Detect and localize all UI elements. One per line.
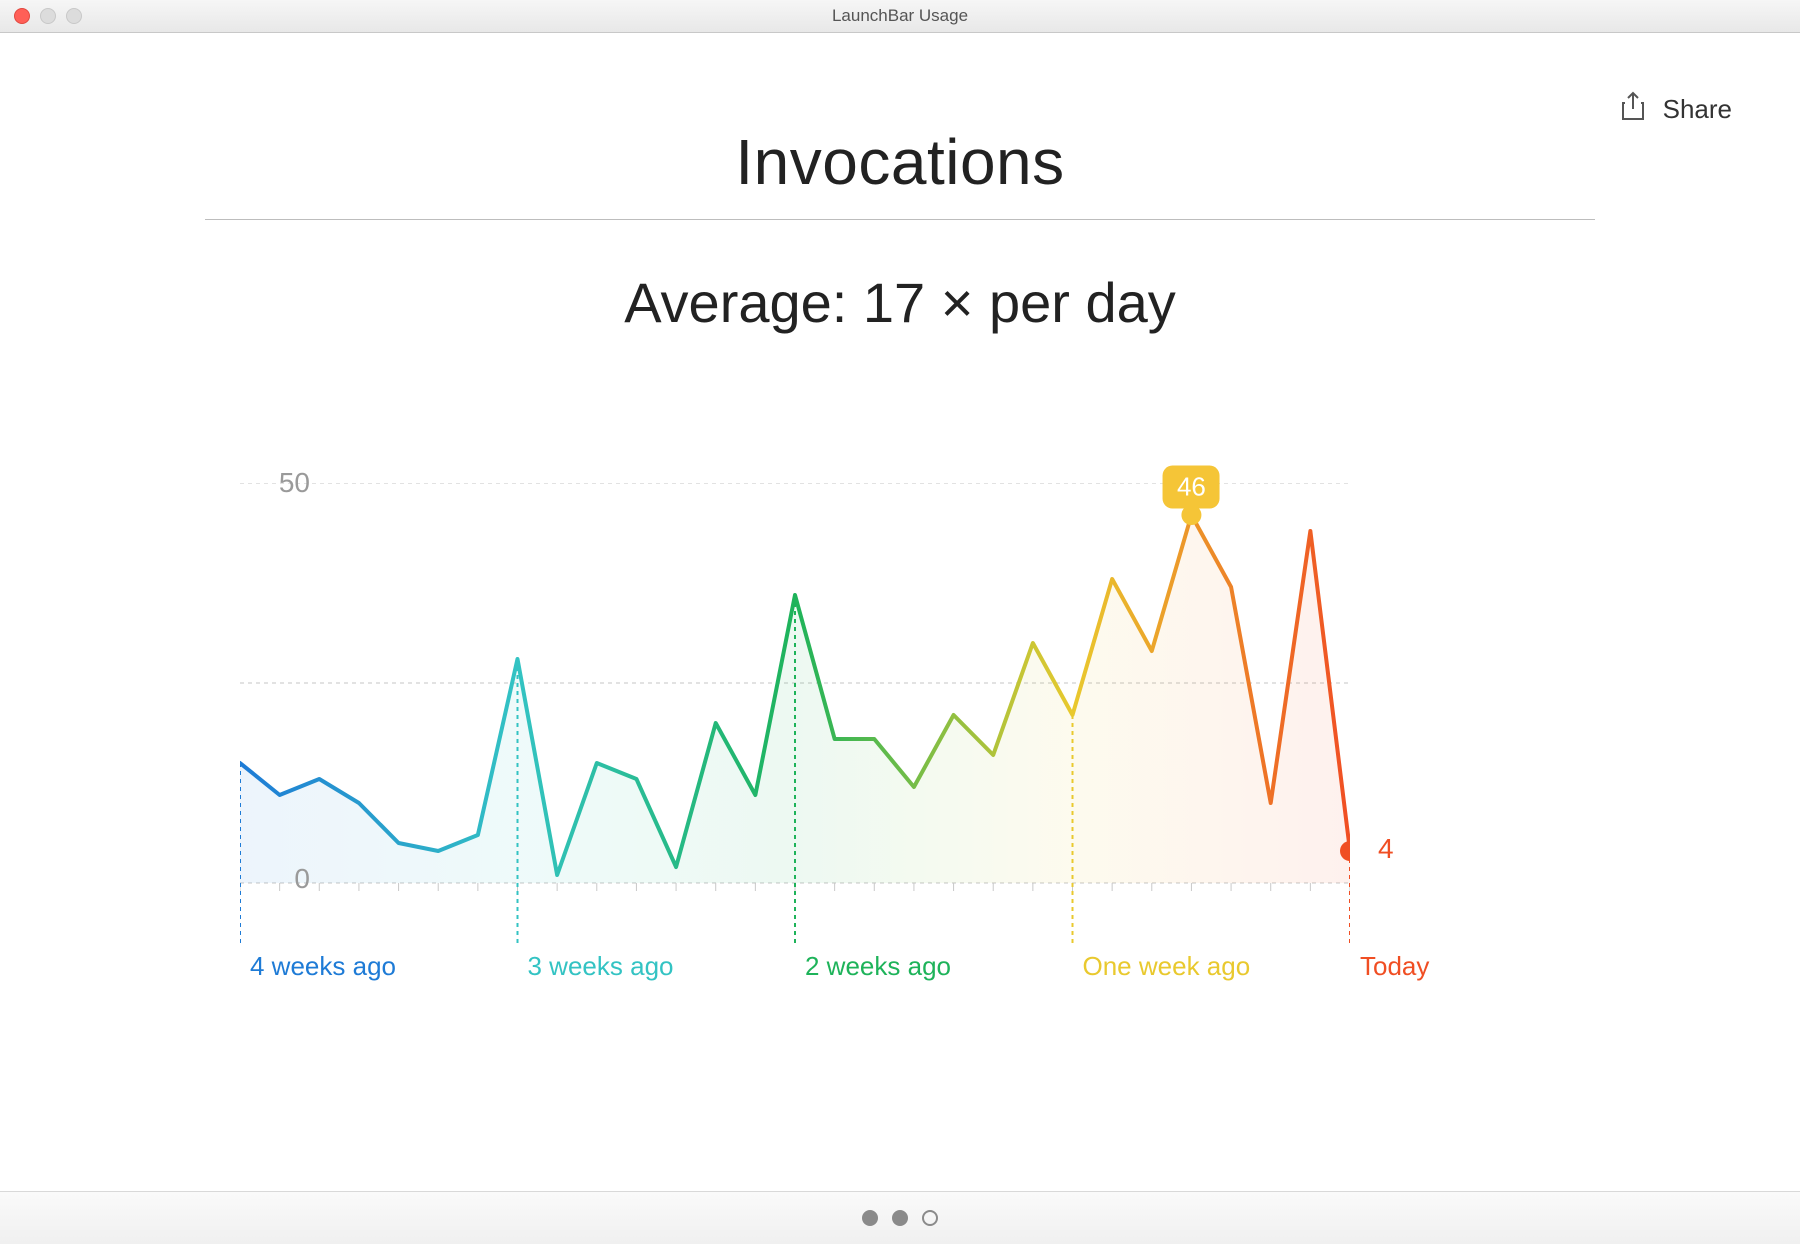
x-axis-label: 3 weeks ago (528, 951, 674, 982)
share-label: Share (1663, 94, 1732, 125)
page-dot[interactable] (862, 1210, 878, 1226)
window-titlebar: LaunchBar Usage (0, 0, 1800, 33)
x-axis-label: 4 weeks ago (250, 951, 396, 982)
page-dot[interactable] (892, 1210, 908, 1226)
x-axis-label: One week ago (1083, 951, 1251, 982)
page-indicator-bar (0, 1191, 1800, 1244)
page-dot[interactable] (922, 1210, 938, 1226)
x-axis-label: Today (1360, 951, 1429, 982)
peak-callout: 46 (1163, 466, 1220, 509)
today-value-label: 4 (1378, 833, 1394, 865)
share-button[interactable]: Share (1621, 91, 1732, 128)
y-tick-min: 0 (294, 863, 310, 895)
x-axis-label: 2 weeks ago (805, 951, 951, 982)
window-title: LaunchBar Usage (0, 6, 1800, 26)
chart-svg (240, 483, 1350, 943)
y-tick-max: 50 (279, 467, 310, 499)
page-title: Invocations (0, 33, 1800, 199)
share-icon (1621, 91, 1645, 128)
content-area: Share Invocations Average: 17 × per day … (0, 33, 1800, 1193)
average-summary: Average: 17 × per day (0, 220, 1800, 335)
invocations-chart: 50 0 46 4 4 weeks ago3 weeks ago2 weeks … (240, 483, 1440, 948)
